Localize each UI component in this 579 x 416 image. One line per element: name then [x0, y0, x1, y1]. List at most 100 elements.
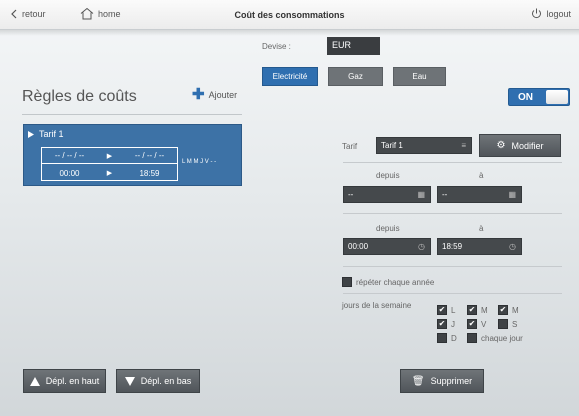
day-label: J	[451, 319, 455, 329]
list-icon: ≡	[461, 141, 466, 150]
home-icon	[80, 7, 94, 20]
delete-button[interactable]: 🗑 Supprimer	[400, 369, 484, 393]
date-to-value: --	[442, 190, 448, 199]
logout-label: logout	[546, 8, 571, 19]
modify-button[interactable]: ⚙ Modifier	[479, 134, 561, 157]
move-up-button[interactable]: Dépl. en haut	[23, 369, 106, 393]
time-from-value: 00:00	[348, 242, 369, 251]
gears-icon: ⚙	[496, 140, 506, 151]
time-from-label: depuis	[376, 224, 400, 233]
toggle-knob	[546, 90, 568, 104]
home-button[interactable]: home	[80, 7, 121, 20]
every-day-label: chaque jour	[481, 333, 523, 343]
add-label: Ajouter	[208, 90, 238, 100]
tarif-name: Tarif 1	[28, 129, 64, 139]
every-day-checkbox[interactable]: chaque jour	[467, 333, 523, 343]
move-down-button[interactable]: Dépl. en bas	[116, 369, 200, 393]
triangle-up-icon	[29, 376, 40, 386]
tarif-label: Tarif	[342, 142, 358, 151]
time-from-input[interactable]: 00:00 ◷	[343, 238, 431, 255]
checkmark-icon: ✔	[467, 319, 477, 329]
date-to-input[interactable]: -- ▦	[437, 186, 522, 203]
tarif-name-label: Tarif 1	[39, 129, 64, 139]
day-checkbox-d[interactable]: D	[437, 333, 457, 343]
home-label: home	[98, 8, 121, 19]
day-label: D	[451, 333, 457, 343]
tarif-select-value: Tarif 1	[381, 141, 403, 150]
clock-icon: ◷	[418, 242, 425, 251]
checkbox-box	[467, 333, 477, 343]
back-label: retour	[22, 9, 46, 19]
power-icon	[532, 8, 542, 19]
day-checkbox-l[interactable]: ✔ L	[437, 305, 455, 315]
time-to: 18:59	[139, 168, 160, 178]
tab-electricite[interactable]: Electricité	[262, 67, 318, 86]
time-to-label: à	[479, 224, 484, 233]
move-down-label: Dépl. en bas	[140, 376, 192, 386]
checkmark-icon: ✔	[467, 305, 477, 315]
time-to-input[interactable]: 18:59 ◷	[437, 238, 522, 255]
checkmark-icon: ✔	[437, 319, 447, 329]
add-rule-button[interactable]: ✚ Ajouter	[192, 86, 238, 103]
divider	[343, 293, 562, 294]
date-to: -- / -- / --	[134, 151, 165, 160]
date-from-input[interactable]: -- ▦	[343, 186, 431, 203]
day-checkbox-v[interactable]: ✔ V	[467, 319, 486, 329]
time-range-row: 00:00 ▶ 18:59	[42, 165, 177, 181]
arrow-right-icon: ▶	[106, 170, 113, 177]
currency-value[interactable]: EUR	[327, 37, 380, 55]
top-bar: retour home Coût des consommations logou…	[0, 0, 579, 30]
tab-gaz[interactable]: Gaz	[328, 67, 383, 86]
tarif-select[interactable]: Tarif 1 ≡	[376, 137, 472, 154]
chevron-left-icon	[11, 9, 17, 19]
play-icon	[28, 130, 34, 138]
tarif-rule-card[interactable]: Tarif 1 -- / -- / -- ▶ -- / -- / -- 00:0…	[23, 124, 242, 186]
day-label: V	[481, 319, 487, 329]
clock-icon: ◷	[509, 242, 516, 251]
time-from: 00:00	[59, 168, 80, 178]
triangle-down-icon	[124, 376, 135, 386]
time-to-value: 18:59	[442, 242, 463, 251]
rules-title: Règles de coûts	[22, 88, 137, 105]
checkbox-box	[437, 333, 447, 343]
date-from-value: --	[348, 190, 354, 199]
day-label: L	[451, 305, 456, 315]
logout-button[interactable]: logout	[531, 8, 571, 19]
date-from-label: depuis	[376, 171, 400, 180]
day-checkbox-j[interactable]: ✔ J	[437, 319, 455, 329]
week-days-label: jours de la semaine	[342, 301, 412, 310]
divider	[343, 266, 562, 267]
day-checkbox-m[interactable]: ✔ M	[467, 305, 488, 315]
trash-icon: 🗑	[411, 375, 425, 387]
calendar-icon: ▦	[417, 190, 425, 199]
on-off-toggle[interactable]: ON	[508, 88, 570, 106]
day-label: M	[481, 305, 488, 315]
tab-eau[interactable]: Eau	[393, 67, 446, 86]
repeat-yearly-label: répéter chaque année	[356, 277, 435, 287]
move-up-label: Dépl. en haut	[45, 376, 100, 386]
modify-label: Modifier	[511, 140, 544, 151]
checkmark-icon: ✔	[498, 305, 508, 315]
arrow-right-icon: ▶	[106, 152, 113, 160]
divider	[343, 162, 562, 163]
repeat-yearly-checkbox[interactable]: répéter chaque année	[342, 277, 434, 287]
checkbox-box	[342, 277, 352, 287]
currency-label: Devise :	[262, 42, 291, 51]
date-range-row: -- / -- / -- ▶ -- / -- / --	[42, 148, 177, 164]
plus-icon: ✚	[192, 86, 205, 103]
checkbox-box	[498, 319, 508, 329]
day-checkbox-s[interactable]: S	[498, 319, 517, 329]
day-label: S	[512, 319, 518, 329]
date-from: -- / -- / --	[54, 151, 85, 160]
delete-label: Supprimer	[430, 376, 473, 386]
divider	[22, 114, 242, 115]
topbar-shadow	[0, 30, 579, 36]
date-to-label: à	[479, 171, 484, 180]
divider	[343, 213, 562, 214]
back-button[interactable]: retour	[10, 9, 46, 19]
toggle-label: ON	[518, 92, 533, 103]
day-label: M	[512, 305, 519, 315]
day-checkbox-m2[interactable]: ✔ M	[498, 305, 519, 315]
tarif-schedule: -- / -- / -- ▶ -- / -- / -- 00:00 ▶ 18:5…	[41, 147, 178, 181]
calendar-icon: ▦	[508, 190, 516, 199]
